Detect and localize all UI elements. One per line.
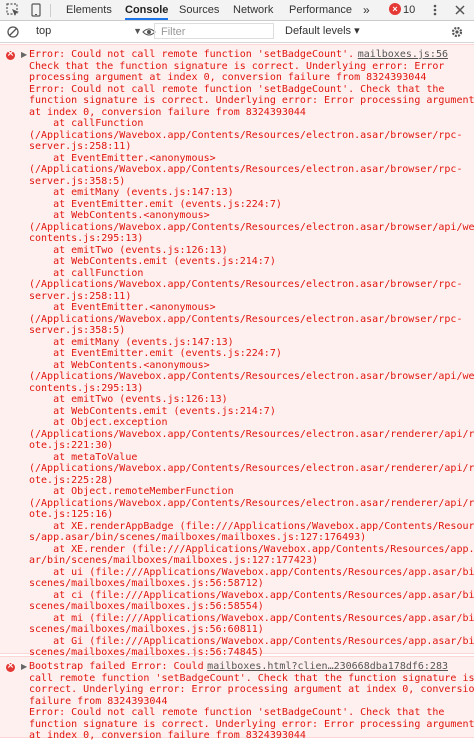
filter-input[interactable]: Filter bbox=[154, 23, 274, 39]
source-link[interactable]: mailboxes.js:56 bbox=[354, 49, 448, 61]
tab-network[interactable]: Network bbox=[233, 0, 273, 20]
console-message-error[interactable]: ▶ Bootstrap failed Error: Could not call… bbox=[0, 656, 474, 741]
chevron-down-icon: ▼ bbox=[133, 26, 142, 36]
inspect-element-icon[interactable] bbox=[6, 3, 20, 17]
console-message-error[interactable]: ▶ Error: Could not call remote function … bbox=[0, 44, 474, 681]
log-levels-dropdown[interactable]: Default levels ▾ bbox=[285, 24, 360, 39]
more-tabs-icon[interactable]: » bbox=[363, 0, 370, 20]
context-selector[interactable]: top ▼ bbox=[36, 24, 142, 39]
error-icon bbox=[6, 661, 15, 672]
more-options-icon[interactable] bbox=[428, 3, 442, 17]
console-filter-bar: top ▼ Filter Default levels ▾ bbox=[0, 21, 474, 43]
toolbar-divider bbox=[50, 4, 51, 17]
expand-triangle-icon[interactable]: ▶ bbox=[21, 50, 27, 59]
context-label: top bbox=[36, 25, 52, 37]
tab-console[interactable]: Console bbox=[125, 0, 169, 20]
tab-performance[interactable]: Performance bbox=[289, 0, 352, 20]
tab-elements[interactable]: Elements bbox=[66, 0, 112, 20]
close-icon[interactable] bbox=[453, 3, 467, 17]
error-icon bbox=[6, 49, 15, 60]
source-link[interactable]: mailboxes.html?clien…230668dba178df6:283 bbox=[204, 661, 448, 673]
expand-triangle-icon[interactable]: ▶ bbox=[21, 662, 27, 671]
devtools-toolbar: Elements Console Sources Network Perform… bbox=[0, 0, 474, 21]
gear-icon[interactable] bbox=[450, 25, 464, 39]
error-count-icon[interactable]: × bbox=[389, 3, 401, 15]
device-toolbar-icon[interactable] bbox=[29, 3, 43, 17]
clear-console-icon[interactable] bbox=[6, 25, 20, 39]
tab-sources[interactable]: Sources bbox=[179, 0, 219, 20]
error-count[interactable]: 10 bbox=[403, 0, 415, 20]
console-message-text: Bootstrap failed Error: Could not call r… bbox=[29, 661, 474, 741]
console-message-text: Error: Could not call remote function 's… bbox=[29, 49, 474, 681]
